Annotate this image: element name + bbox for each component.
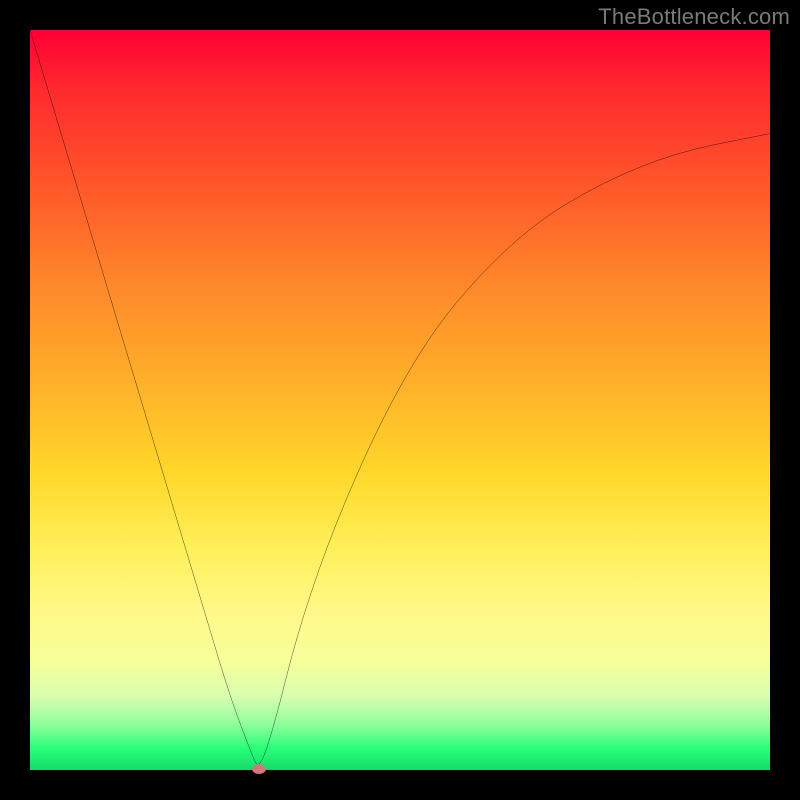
watermark-text: TheBottleneck.com [598, 4, 790, 30]
bottleneck-curve [30, 30, 770, 770]
optimal-point-marker [252, 764, 266, 774]
chart-frame: TheBottleneck.com [0, 0, 800, 800]
plot-area [30, 30, 770, 770]
